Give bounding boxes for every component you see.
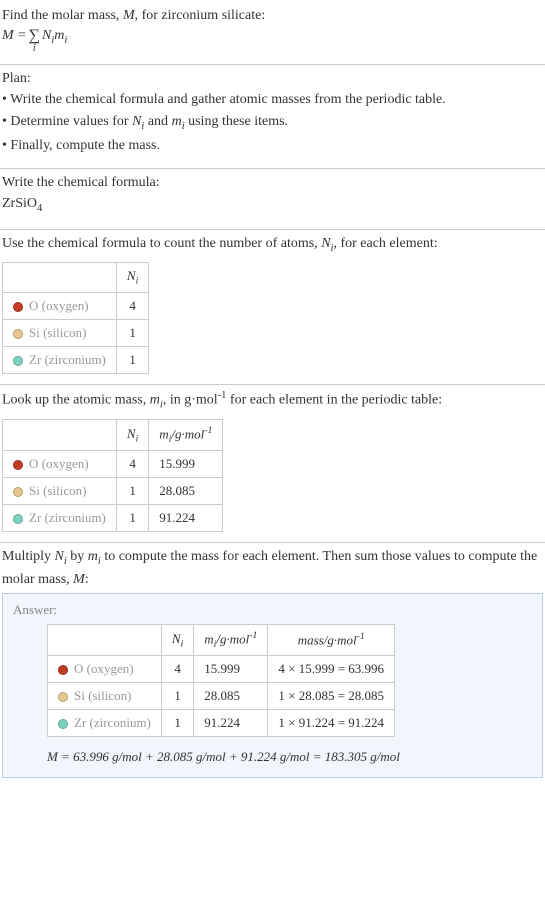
table-header-row: Ni bbox=[3, 263, 149, 293]
answer-content: Ni mi/g·mol-1 mass/g·mol-1 O (oxygen) 4 … bbox=[13, 624, 532, 765]
calc-cell: 1 × 91.224 = 91.224 bbox=[268, 710, 395, 737]
element-cell: O (oxygen) bbox=[48, 656, 162, 683]
intro-m-var: M bbox=[123, 8, 135, 23]
formula-lhs: M = bbox=[2, 28, 27, 44]
lookup-mass-section: Look up the atomic mass, mi, in g·mol-1 … bbox=[0, 385, 545, 542]
element-cell: Zr (zirconium) bbox=[3, 347, 117, 374]
intro-section: Find the molar mass, M, for zirconium si… bbox=[0, 2, 545, 64]
final-equation: M = 63.996 g/mol + 28.085 g/mol + 91.224… bbox=[47, 749, 532, 765]
multiply-intro: Multiply Ni by mi to compute the mass fo… bbox=[2, 547, 543, 589]
calc-cell: 1 × 28.085 = 28.085 bbox=[268, 683, 395, 710]
element-dot-icon bbox=[58, 665, 68, 675]
answer-section: Multiply Ni by mi to compute the mass fo… bbox=[0, 543, 545, 788]
count-table: Ni O (oxygen) 4 Si (silicon) 1 Zr (zirco… bbox=[2, 262, 149, 374]
m-cell: 28.085 bbox=[194, 683, 268, 710]
plan-bullet-3: • Finally, compute the mass. bbox=[2, 136, 543, 156]
element-dot-icon bbox=[13, 514, 23, 524]
element-cell: Zr (zirconium) bbox=[3, 505, 117, 532]
chemical-formula-section: Write the chemical formula: ZrSiO4 bbox=[0, 169, 545, 229]
mass-header: mass/g·mol-1 bbox=[268, 625, 395, 656]
n-cell: 4 bbox=[116, 451, 148, 478]
empty-header bbox=[48, 625, 162, 656]
sigma-symbol: ∑ i bbox=[29, 28, 40, 54]
n-header: Ni bbox=[116, 420, 148, 451]
element-cell: Si (silicon) bbox=[3, 320, 117, 347]
m-cell: 15.999 bbox=[149, 451, 223, 478]
n-header: Ni bbox=[116, 263, 148, 293]
n-cell: 1 bbox=[161, 710, 193, 737]
table-row: Zr (zirconium) 1 91.224 bbox=[3, 505, 223, 532]
table-row: O (oxygen) 4 15.999 bbox=[3, 451, 223, 478]
table-row: Si (silicon) 1 28.085 1 × 28.085 = 28.08… bbox=[48, 683, 395, 710]
empty-header bbox=[3, 263, 117, 293]
intro-text-prefix: Find the molar mass, bbox=[2, 8, 123, 23]
element-cell: Zr (zirconium) bbox=[48, 710, 162, 737]
plan-section: Plan: • Write the chemical formula and g… bbox=[0, 65, 545, 168]
table-row: Si (silicon) 1 28.085 bbox=[3, 478, 223, 505]
intro-text-suffix: , for zirconium silicate: bbox=[135, 8, 266, 23]
table-row: O (oxygen) 4 bbox=[3, 293, 149, 320]
sigma-icon: ∑ bbox=[29, 28, 40, 44]
m-cell: 91.224 bbox=[149, 505, 223, 532]
m-header: mi/g·mol-1 bbox=[194, 625, 268, 656]
n-cell: 1 bbox=[116, 505, 148, 532]
count-intro: Use the chemical formula to count the nu… bbox=[2, 234, 543, 256]
element-dot-icon bbox=[13, 329, 23, 339]
n-cell: 1 bbox=[161, 683, 193, 710]
table-header-row: Ni mi/g·mol-1 mass/g·mol-1 bbox=[48, 625, 395, 656]
table-row: O (oxygen) 4 15.999 4 × 15.999 = 63.996 bbox=[48, 656, 395, 683]
m-cell: 15.999 bbox=[194, 656, 268, 683]
m-cell: 91.224 bbox=[194, 710, 268, 737]
m-cell: 28.085 bbox=[149, 478, 223, 505]
molar-mass-formula: M = ∑ i Nimi bbox=[2, 28, 543, 54]
element-dot-icon bbox=[58, 719, 68, 729]
lookup-intro: Look up the atomic mass, mi, in g·mol-1 … bbox=[2, 389, 543, 413]
element-cell: Si (silicon) bbox=[3, 478, 117, 505]
table-row: Zr (zirconium) 1 91.224 1 × 91.224 = 91.… bbox=[48, 710, 395, 737]
answer-label: Answer: bbox=[13, 602, 532, 618]
n-header: Ni bbox=[161, 625, 193, 656]
sigma-index: i bbox=[33, 44, 36, 54]
element-dot-icon bbox=[13, 460, 23, 470]
n-cell: 1 bbox=[116, 320, 148, 347]
m-header: mi/g·mol-1 bbox=[149, 420, 223, 451]
compound-formula: ZrSiO4 bbox=[2, 194, 543, 216]
element-dot-icon bbox=[13, 302, 23, 312]
lookup-table: Ni mi/g·mol-1 O (oxygen) 4 15.999 Si (si… bbox=[2, 419, 223, 532]
element-dot-icon bbox=[58, 692, 68, 702]
answer-box: Answer: Ni mi/g·mol-1 mass/g·mol-1 O (ox… bbox=[2, 593, 543, 778]
calc-cell: 4 × 15.999 = 63.996 bbox=[268, 656, 395, 683]
answer-table: Ni mi/g·mol-1 mass/g·mol-1 O (oxygen) 4 … bbox=[47, 624, 395, 737]
n-cell: 4 bbox=[161, 656, 193, 683]
count-atoms-section: Use the chemical formula to count the nu… bbox=[0, 230, 545, 384]
empty-header bbox=[3, 420, 117, 451]
plan-bullet-1: • Write the chemical formula and gather … bbox=[2, 90, 543, 110]
n-cell: 4 bbox=[116, 293, 148, 320]
element-dot-icon bbox=[13, 356, 23, 366]
table-row: Zr (zirconium) 1 bbox=[3, 347, 149, 374]
formula-rhs: Nimi bbox=[42, 28, 67, 46]
plan-heading: Plan: bbox=[2, 69, 543, 89]
element-cell: O (oxygen) bbox=[3, 451, 117, 478]
n-cell: 1 bbox=[116, 347, 148, 374]
element-cell: O (oxygen) bbox=[3, 293, 117, 320]
write-formula-text: Write the chemical formula: bbox=[2, 173, 543, 193]
element-dot-icon bbox=[13, 487, 23, 497]
table-row: Si (silicon) 1 bbox=[3, 320, 149, 347]
intro-line: Find the molar mass, M, for zirconium si… bbox=[2, 6, 543, 26]
plan-bullet-2: • Determine values for Ni and mi using t… bbox=[2, 112, 543, 134]
n-cell: 1 bbox=[116, 478, 148, 505]
table-header-row: Ni mi/g·mol-1 bbox=[3, 420, 223, 451]
element-cell: Si (silicon) bbox=[48, 683, 162, 710]
